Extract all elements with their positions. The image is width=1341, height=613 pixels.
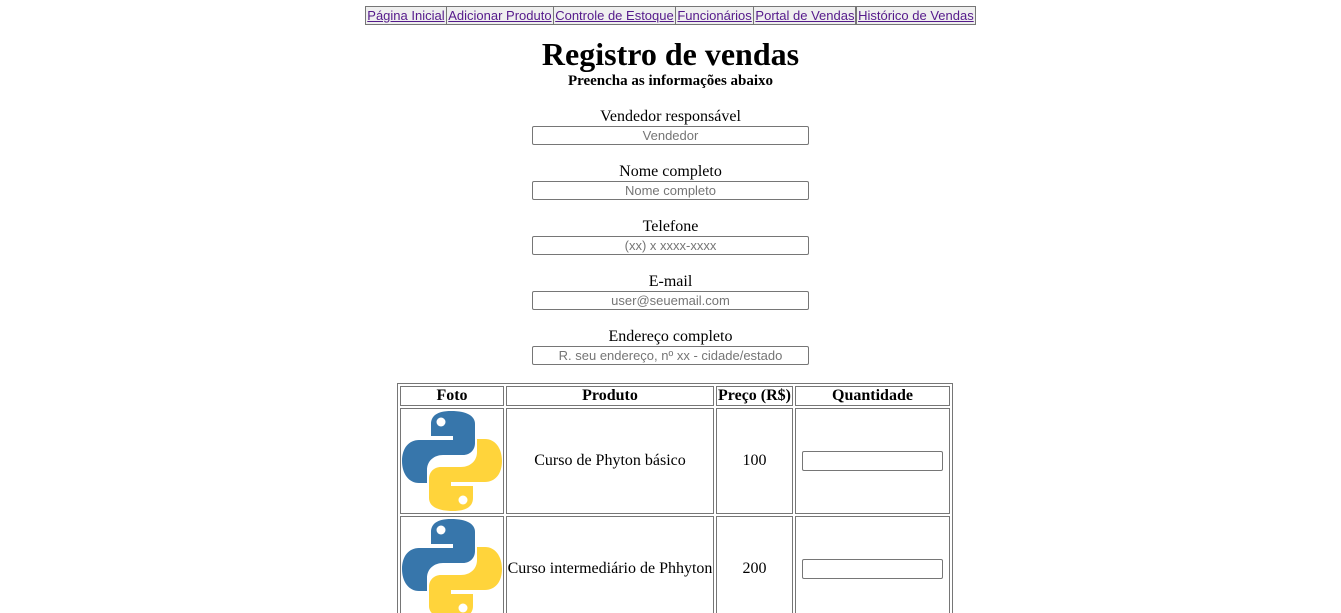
python-logo-icon [402, 411, 502, 511]
email-label: E-mail [648, 273, 693, 290]
endereco-label: Endereço completo [608, 328, 733, 345]
top-nav: Página Inicial Adicionar Produto Control… [0, 6, 1341, 25]
product-price: 100 [716, 408, 793, 514]
endereco-input[interactable] [532, 346, 809, 365]
nav-link-adicionar-produto[interactable]: Adicionar Produto [446, 6, 554, 25]
nome-input[interactable] [532, 181, 809, 200]
nome-label: Nome completo [619, 163, 722, 180]
vendedor-input[interactable] [532, 126, 809, 145]
product-name: Curso intermediário de Phhyton [506, 516, 714, 613]
vendedor-field-group: Vendedor responsável [0, 108, 1341, 145]
nav-link-historico-de-vendas[interactable]: Histórico de Vendas [856, 6, 976, 25]
python-logo-icon [402, 519, 502, 613]
products-table: Foto Produto Preço (R$) Quantidade Curso… [397, 383, 953, 613]
quantity-input[interactable] [802, 559, 943, 579]
telefone-field-group: Telefone [0, 218, 1341, 255]
nome-field-group: Nome completo [0, 163, 1341, 200]
page-subtitle: Preencha as informações abaixo [567, 73, 774, 89]
header-produto: Produto [506, 386, 714, 406]
email-input[interactable] [532, 291, 809, 310]
nav-link-portal-de-vendas[interactable]: Portal de Vendas [753, 6, 857, 25]
telefone-label: Telefone [642, 218, 699, 235]
nav-link-controle-de-estoque[interactable]: Controle de Estoque [553, 6, 676, 25]
telefone-input[interactable] [532, 236, 809, 255]
header-quantidade: Quantidade [795, 386, 950, 406]
table-row: Curso intermediário de Phhyton 200 [400, 516, 950, 613]
email-field-group: E-mail [0, 273, 1341, 310]
vendedor-label: Vendedor responsável [600, 108, 741, 125]
product-image-cell [400, 408, 504, 514]
header-foto: Foto [400, 386, 504, 406]
table-header-row: Foto Produto Preço (R$) Quantidade [400, 386, 950, 406]
page-title: Registro de vendas [541, 36, 800, 72]
product-name: Curso de Phyton básico [506, 408, 714, 514]
header-preco: Preço (R$) [716, 386, 793, 406]
quantity-cell [795, 516, 950, 613]
table-row: Curso de Phyton básico 100 [400, 408, 950, 514]
product-price: 200 [716, 516, 793, 613]
product-image-cell [400, 516, 504, 613]
quantity-input[interactable] [802, 451, 943, 471]
quantity-cell [795, 408, 950, 514]
endereco-field-group: Endereço completo [0, 328, 1341, 365]
nav-link-pagina-inicial[interactable]: Página Inicial [365, 6, 447, 25]
nav-link-funcionarios[interactable]: Funcionários [675, 6, 754, 25]
